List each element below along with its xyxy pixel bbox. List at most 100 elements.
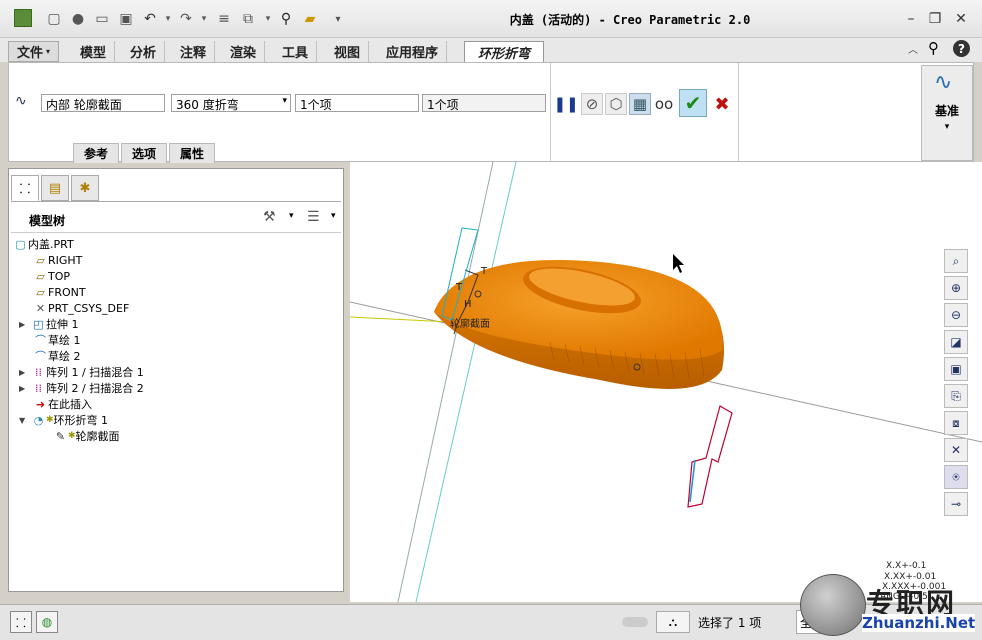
tab-applications[interactable]: 应用程序 (378, 41, 448, 62)
search-icon[interactable]: ⚲ (276, 9, 296, 29)
tree-filter-icon[interactable]: ☰ (307, 209, 320, 225)
datum-plane-icon: ▱ (36, 253, 45, 267)
profile-outline (687, 405, 733, 508)
window-dropdown-icon[interactable]: ▾ (258, 9, 278, 29)
window-switch-icon[interactable]: ⧉ (238, 9, 258, 29)
subtab-references[interactable]: 参考 (73, 143, 119, 163)
tree-item-pattern-2[interactable]: ▶ ⁞⁞ 阵列 2 / 扫描混合 2 (19, 380, 144, 396)
save-icon[interactable]: ▣ (116, 9, 136, 29)
find-icon[interactable]: ⛬ (656, 611, 690, 633)
new-file-icon[interactable]: ▢ (44, 9, 64, 29)
saved-views-icon[interactable]: ⎘ (944, 384, 968, 408)
ribbon-tabs: 文件 ▾ 模型 分析 注释 渲染 工具 视图 应用程序 环形折弯 ︿ ⚲ ? (0, 38, 982, 62)
tab-file[interactable]: 文件 ▾ (8, 41, 60, 62)
glasses-preview-icon[interactable]: oo (653, 93, 675, 115)
restore-icon[interactable]: ❐ (924, 9, 946, 29)
app-logo-icon (14, 9, 32, 27)
expand-icon[interactable]: ▶ (19, 384, 31, 393)
tree-settings-icon[interactable]: ⚒ (263, 209, 276, 225)
datum-group-button[interactable]: ∿ 基准 ▾ (921, 65, 973, 161)
refit-icon[interactable]: ⌕ (944, 249, 968, 273)
tree-item-toroidal-bend[interactable]: ▼ ◔ ✱ 环形折弯 1 (19, 412, 108, 428)
favorites-tab-icon[interactable]: ✱ (71, 175, 99, 201)
svg-text:X.XX+-0.01: X.XX+-0.01 (884, 572, 936, 582)
tab-toroidal-bend[interactable]: 环形折弯 (464, 41, 544, 62)
tree-item-sketch-1[interactable]: ⌒ 草绘 1 (33, 332, 81, 348)
view-manager-icon[interactable]: ⧇ (944, 411, 968, 435)
minimize-ribbon-icon[interactable]: ︿ (908, 41, 918, 56)
redo-dropdown-icon[interactable]: ▾ (194, 9, 214, 29)
model-tree-panel: ⸬ ▤ ✱ 模型树 ⚒ ▾ ☰ ▾ ▢ 内盖.PRT ▱ RIGHT ▱ TOP ▱ F… (8, 168, 344, 592)
extrude-icon: ◰ (33, 317, 44, 331)
watermark-logo (800, 574, 866, 636)
datum-display-icon[interactable]: ✕ (944, 438, 968, 462)
ribbon-search-icon[interactable]: ⚲ (928, 39, 939, 57)
subtab-options[interactable]: 选项 (121, 143, 167, 163)
tree-settings-dropdown-icon[interactable]: ▾ (289, 211, 294, 221)
zoom-out-icon[interactable]: ⊖ (944, 303, 968, 327)
tree-item-front[interactable]: ▱ FRONT (33, 284, 85, 300)
pattern-icon: ⁞⁞ (35, 381, 42, 395)
tab-annotate[interactable]: 注释 (172, 41, 216, 62)
help-icon[interactable]: ? (953, 40, 970, 57)
section-collector[interactable]: 内部 轮廓截面 (41, 94, 165, 112)
reference-collector-2[interactable]: 1个项 (422, 94, 546, 112)
tree-item-csys[interactable]: ✕ PRT_CSYS_DEF (33, 300, 129, 316)
tree-item-pattern-1[interactable]: ▶ ⁞⁞ 阵列 1 / 扫描混合 1 (19, 364, 144, 380)
datum-wave-icon: ∿ (934, 70, 953, 95)
display-style-icon[interactable]: ▣ (944, 357, 968, 381)
subtab-properties[interactable]: 属性 (169, 143, 215, 163)
undo-dropdown-icon[interactable]: ▾ (158, 9, 178, 29)
tree-item-part[interactable]: ▢ 内盖.PRT (13, 236, 73, 252)
tab-model[interactable]: 模型 (72, 41, 116, 62)
folder-star-icon[interactable]: ▰ (300, 9, 320, 29)
zoom-in-icon[interactable]: ⊕ (944, 276, 968, 300)
close-window-icon[interactable]: ✕ (950, 9, 972, 29)
regenerate-icon[interactable]: ● (68, 9, 88, 29)
model-tree-toggle-icon[interactable]: ⸬ (10, 611, 32, 633)
repaint-icon[interactable]: ◪ (944, 330, 968, 354)
tree-item-right[interactable]: ▱ RIGHT (33, 252, 82, 268)
expand-icon[interactable]: ▶ (19, 320, 31, 329)
tab-analysis[interactable]: 分析 (122, 41, 166, 62)
tree-item-profile-section[interactable]: ✎ ✱ 轮廓截面 (53, 428, 120, 444)
cancel-x-icon[interactable]: ✖ (711, 93, 733, 115)
minimize-icon[interactable]: – (900, 9, 922, 29)
tab-view[interactable]: 视图 (326, 41, 370, 62)
tree-item-insert-here[interactable]: ➜ 在此插入 (33, 396, 92, 412)
customize-toolbar-icon[interactable]: ▾ (328, 9, 348, 29)
preview-geometry-icon[interactable]: ⬡ (605, 93, 627, 115)
mouse-cursor-icon (673, 254, 684, 273)
reference-collector-1[interactable]: 1个项 (295, 94, 419, 112)
open-folder-icon[interactable]: ▭ (92, 9, 112, 29)
title-bar: ▢ ● ▭ ▣ ↶ ▾ ↷ ▾ ≡ ⧉ ▾ ⚲ ▰ ▾ 内盖 (活动的) - C… (0, 0, 982, 38)
spin-center-icon[interactable]: ⍟ (944, 465, 968, 489)
undo-icon[interactable]: ↶ (140, 9, 160, 29)
progress-indicator (622, 617, 648, 627)
bend-option-select[interactable]: 360 度折弯 ▾ (171, 94, 291, 112)
tab-render[interactable]: 渲染 (222, 41, 266, 62)
expand-icon[interactable]: ▶ (19, 368, 31, 377)
no-preview-icon[interactable]: ⊘ (581, 93, 603, 115)
annotation-display-icon[interactable]: ⊸ (944, 492, 968, 516)
model-tree-tab-icon[interactable]: ⸬ (11, 175, 39, 201)
pause-icon[interactable]: ❚❚ (553, 93, 578, 115)
redo-icon[interactable]: ↷ (176, 9, 196, 29)
graphics-viewport[interactable]: T T H 轮廓截面 X.X+-0.1 X.XX+-0.01 X.XXX+-0.… (350, 162, 982, 602)
datum-plane-icon: ▱ (36, 285, 45, 299)
browser-toggle-icon[interactable]: ◍ (36, 611, 58, 633)
tree-item-extrude[interactable]: ▶ ◰ 拉伸 1 (19, 316, 79, 332)
tree-filter-dropdown-icon[interactable]: ▾ (331, 211, 336, 221)
tree-item-sketch-2[interactable]: ⌒ 草绘 2 (33, 348, 81, 364)
sketch-edit-icon: ✎ (55, 429, 66, 443)
folder-browser-tab-icon[interactable]: ▤ (41, 175, 69, 201)
regenerate-manager-icon[interactable]: ≡ (214, 9, 234, 29)
verify-mode-icon[interactable]: ▦ (629, 93, 651, 115)
datum-axis-line (350, 316, 451, 323)
tab-tools[interactable]: 工具 (274, 41, 318, 62)
datum-label: 基准 (934, 104, 959, 118)
collapse-icon[interactable]: ▼ (19, 416, 31, 425)
tree-item-top[interactable]: ▱ TOP (33, 268, 70, 284)
model-graphics[interactable]: T T H 轮廓截面 X.X+-0.1 X.XX+-0.01 X.XXX+-0.… (350, 162, 982, 602)
ok-check-icon[interactable]: ✔ (679, 89, 707, 117)
